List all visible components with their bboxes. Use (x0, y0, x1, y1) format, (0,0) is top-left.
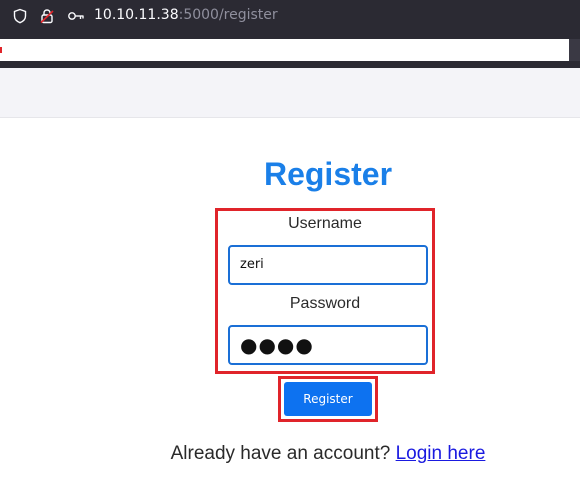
login-prompt: Already have an account? Login here (0, 443, 580, 465)
address-field[interactable]: 10.10.11.38:5000/register (94, 7, 278, 23)
bookmarks-toolbar (0, 33, 580, 68)
url-host: 10.10.11.38 (94, 7, 179, 23)
url-path: :5000/register (178, 7, 278, 23)
username-input[interactable]: zeri (228, 245, 428, 285)
login-prompt-text: Already have an account? (170, 443, 396, 464)
username-label: Username (288, 215, 362, 232)
toolbar-overflow[interactable] (569, 39, 580, 61)
password-input[interactable]: ●●●● (228, 325, 428, 365)
register-button[interactable]: Register (284, 382, 372, 416)
shield-icon[interactable] (12, 8, 28, 24)
page-navbar (0, 68, 580, 118)
login-link[interactable]: Login here (396, 443, 486, 464)
page-title: Register (263, 156, 393, 192)
strip-marker (0, 47, 2, 53)
key-icon[interactable] (67, 8, 85, 24)
lock-icon[interactable] (39, 8, 55, 24)
password-label: Password (289, 295, 361, 312)
toolbar-strip (0, 39, 569, 61)
browser-url-bar: 10.10.11.38:5000/register (0, 0, 580, 33)
